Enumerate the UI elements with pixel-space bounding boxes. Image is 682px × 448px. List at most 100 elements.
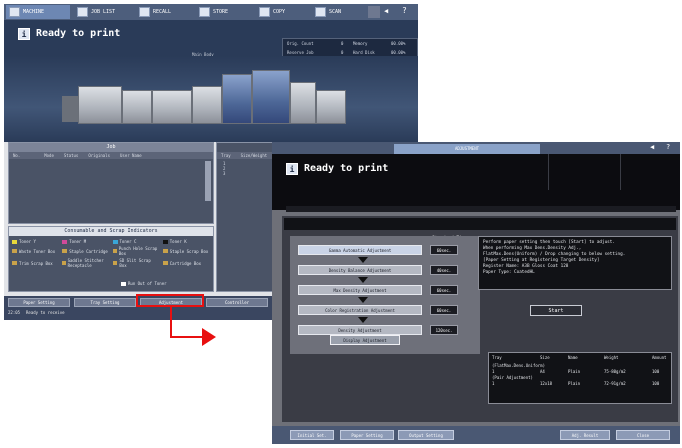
consumable-label: Toner Y — [19, 239, 36, 244]
column-header: Size — [540, 355, 550, 360]
consumable-label: Staple Scrap Box — [169, 248, 209, 254]
step-density-button[interactable]: Density Adjustment — [298, 325, 422, 335]
job-panel: Job No. Mode Status Originals User Name — [8, 142, 214, 224]
status-title: Ready to print — [304, 163, 389, 174]
close-button[interactable]: Close — [616, 430, 670, 440]
toner-k-icon — [162, 239, 168, 244]
punch-box-icon — [112, 249, 117, 253]
display-adjustment-button[interactable]: Display Adjustment — [330, 335, 400, 345]
copy-icon — [259, 7, 270, 17]
column-header: No. — [13, 153, 21, 158]
consumable-note: Run Out of Toner — [121, 281, 167, 286]
step-gamma-button[interactable]: Gamma Automatic Adjustment — [298, 245, 422, 255]
speaker-icon[interactable]: ◀ — [650, 143, 654, 151]
waste-toner-icon — [12, 249, 17, 253]
column-header: Tray — [221, 153, 231, 158]
arrow-down-icon — [358, 277, 368, 283]
tab-label: MACHINE — [23, 9, 45, 15]
info-icon: i — [18, 28, 30, 40]
hard-disk-value: 00.00% — [391, 50, 406, 55]
job-columns: No. Mode Status Originals User Name — [9, 152, 213, 159]
consumable-label: Staple Cartridge — [69, 248, 108, 254]
toner-m-icon — [62, 239, 68, 244]
store-icon — [199, 7, 210, 17]
column-header: Amount — [652, 355, 667, 360]
saddle-receptacle-icon — [62, 261, 66, 265]
status-title: Ready to print — [36, 28, 121, 39]
cartridge-box-icon — [162, 261, 168, 265]
tab-job-list[interactable]: JOB LIST — [74, 5, 132, 19]
main-tab-bar: MACHINE JOB LIST RECALL STORE COPY SCAN … — [4, 4, 418, 20]
tab-label: JOB LIST — [91, 9, 116, 15]
consumable-label: Waste Toner Box — [19, 248, 56, 254]
column-header: Mode — [44, 153, 54, 158]
arrow-down-icon — [358, 317, 368, 323]
adj-result-button[interactable]: Adj. Result — [560, 430, 610, 440]
tray-setting-button[interactable]: Tray Setting — [74, 298, 136, 307]
footer-status: Ready to receive — [26, 310, 65, 315]
separator — [286, 206, 676, 212]
content-header — [284, 218, 676, 230]
start-button[interactable]: Start — [530, 305, 582, 316]
step-color-registration-button[interactable]: Color Registration Adjustment — [298, 305, 422, 315]
front-tab-bar: ADJUSTMENT ◀ ? — [272, 142, 680, 154]
tab-recall[interactable]: RECALL — [136, 5, 192, 19]
step-time: 120sec. — [430, 325, 458, 335]
step-max-density-button[interactable]: Max Density Adjustment — [298, 285, 422, 295]
reserve-job-value: 0 — [341, 50, 344, 55]
column-header: Status — [63, 153, 79, 158]
consumable-label: Punch Hole Scrap Box — [118, 246, 158, 256]
consumable-item: Toner Y — [12, 239, 59, 244]
help-icon[interactable]: ? — [666, 143, 670, 151]
job-scrollbar[interactable] — [205, 161, 211, 201]
machine-illustration — [4, 56, 418, 142]
tab-label: SCAN — [329, 9, 342, 15]
consumable-item: Trim Scrap Box — [12, 258, 59, 268]
paper-setting-button[interactable]: Paper Setting — [340, 430, 394, 440]
staple-icon — [62, 249, 68, 253]
divider — [620, 154, 621, 190]
table-cell: Plain — [568, 381, 581, 386]
stop-icon[interactable] — [368, 6, 380, 18]
memory-label: Memory — [353, 41, 368, 46]
consumable-label: Toner C — [119, 239, 137, 244]
slit-scrap-icon — [112, 261, 118, 265]
trim-scrap-icon — [12, 261, 17, 265]
toner-y-icon — [12, 239, 17, 244]
staple-scrap-icon — [162, 249, 168, 253]
consumable-note-label: Run Out of Toner — [128, 281, 167, 286]
table-header: Tray Size Name Weight Amount — [489, 353, 671, 362]
recall-icon — [139, 7, 150, 17]
tab-adjustment[interactable]: ADJUSTMENT — [394, 144, 540, 154]
consumable-item: Cartridge Box — [162, 258, 210, 268]
tray-table: Tray Size Name Weight Amount (FlatMax.De… — [488, 352, 672, 404]
callout-line — [170, 307, 172, 337]
initial-set-button[interactable]: Initial Set. — [290, 430, 334, 440]
info-icon: i — [286, 163, 298, 175]
arrow-down-icon — [358, 257, 368, 263]
column-header: Originals — [88, 153, 111, 158]
step-time: 60sec. — [430, 285, 458, 295]
instruction-text: Perform paper setting then touch [Start]… — [478, 236, 672, 290]
output-setting-button[interactable]: Output Setting — [398, 430, 454, 440]
clock: 22:05 — [8, 310, 21, 315]
tab-machine[interactable]: MACHINE — [6, 5, 70, 19]
consumable-item: Staple Cartridge — [62, 246, 109, 256]
table-cell: 72-91g/m2 — [604, 381, 626, 386]
speaker-icon[interactable]: ◀ — [384, 7, 396, 17]
highlight-box — [136, 294, 204, 307]
tab-scan[interactable]: SCAN — [312, 5, 362, 19]
instruction-line: Paper Type: CoatedHL — [483, 270, 535, 275]
paper-setting-button[interactable]: Paper Setting — [8, 298, 70, 307]
help-icon[interactable]: ? — [402, 6, 414, 18]
step-density-balance-button[interactable]: Density Balance Adjustment — [298, 265, 422, 275]
consumable-item: Staple Scrap Box — [162, 246, 210, 256]
consumables-title: Consumable and Scrap Indicators — [9, 227, 213, 236]
consumable-label: Trim Scrap Box — [19, 260, 53, 266]
job-list-icon — [77, 7, 88, 17]
tab-store[interactable]: STORE — [196, 5, 252, 19]
table-body: (FlatMax.Dens.Uniform) 1 A4 Plain 75-80g… — [489, 362, 671, 388]
tab-copy[interactable]: COPY — [256, 5, 308, 19]
toner-out-icon — [121, 281, 126, 286]
controller-button[interactable]: Controller — [206, 298, 268, 307]
